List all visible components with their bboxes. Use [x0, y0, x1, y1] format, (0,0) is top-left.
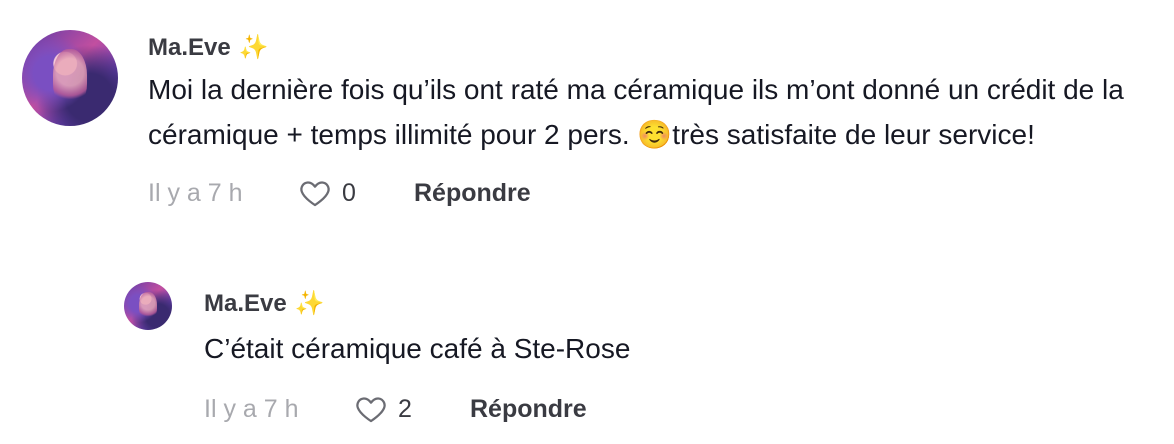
heart-outline-icon: [356, 397, 386, 423]
reply-button[interactable]: Répondre: [414, 179, 531, 208]
timestamp: Il y a 7 h: [148, 178, 243, 207]
like-button[interactable]: 0: [298, 176, 408, 210]
comment-body: Ma.Eve ✨ Moi la dernière fois qu’ils ont…: [148, 28, 1148, 211]
username[interactable]: Ma.Eve: [148, 34, 231, 62]
username-row: Ma.Eve ✨: [204, 286, 630, 322]
comment-text: C’était céramique café à Ste-Rose: [204, 333, 631, 364]
sparkles-icon: ✨: [294, 290, 325, 317]
comment-actions: Il y a 7 h 0 Répondre: [148, 175, 1148, 211]
avatar[interactable]: [22, 30, 118, 126]
like-count: 0: [342, 178, 356, 207]
like-button[interactable]: 2: [354, 392, 464, 426]
like-count: 2: [398, 394, 412, 423]
sparkles-icon: ✨: [238, 34, 269, 61]
comment-actions: Il y a 7 h 2 Répondre: [204, 391, 630, 427]
reply-comment: Ma.Eve ✨ C’était céramique café à Ste-Ro…: [124, 282, 1154, 427]
reply-button[interactable]: Répondre: [470, 395, 587, 424]
username[interactable]: Ma.Eve: [204, 290, 287, 318]
comment: Ma.Eve ✨ Moi la dernière fois qu’ils ont…: [22, 28, 1162, 211]
comment-body: Ma.Eve ✨ C’était céramique café à Ste-Ro…: [204, 282, 630, 427]
timestamp: Il y a 7 h: [204, 394, 299, 423]
comment-text: Moi la dernière fois qu’ils ont raté ma …: [148, 74, 1132, 150]
heart-outline-icon: [300, 181, 330, 207]
avatar[interactable]: [124, 282, 172, 330]
username-row: Ma.Eve ✨: [148, 30, 1148, 66]
